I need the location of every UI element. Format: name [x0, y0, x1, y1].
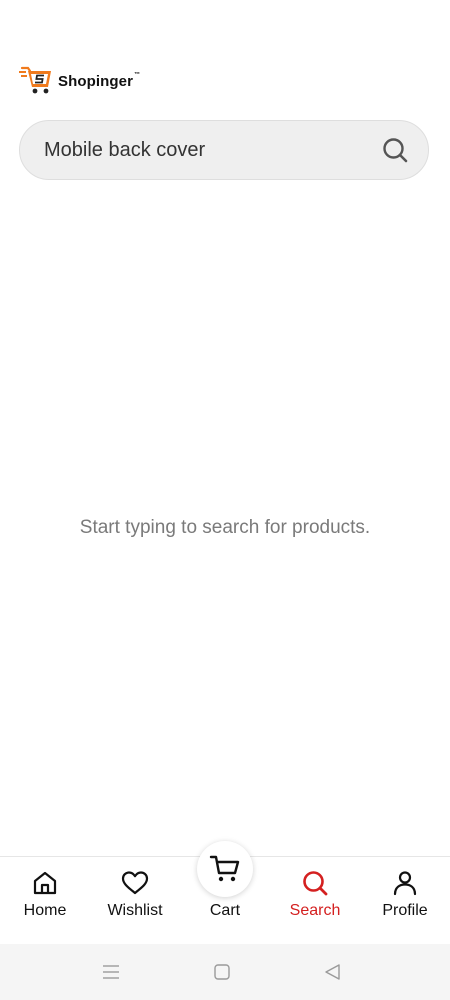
nav-item-home[interactable]: Home: [0, 857, 90, 945]
home-square-icon[interactable]: [212, 962, 232, 982]
search-input[interactable]: [44, 130, 378, 170]
trademark-symbol: ™: [134, 72, 141, 78]
nav-item-cart[interactable]: [197, 841, 253, 897]
search-icon: [303, 871, 328, 896]
empty-state-message: Start typing to search for products.: [79, 517, 371, 538]
bottom-navigation: Home Wishlist Cart Search Profile: [0, 841, 450, 945]
search-bar: [19, 120, 429, 180]
menu-icon[interactable]: [101, 962, 121, 982]
nav-label-search: Search: [289, 902, 341, 919]
screen: Shopinger ™ Start typing to search for p…: [0, 0, 450, 1000]
nav-label-cart: Cart: [209, 902, 241, 919]
back-triangle-icon[interactable]: [323, 962, 343, 982]
home-icon: [33, 871, 57, 895]
system-navigation-bar: [0, 944, 450, 1000]
nav-label-wishlist: Wishlist: [107, 902, 163, 919]
brand-logo[interactable]: Shopinger ™: [18, 66, 140, 96]
cart-icon: [209, 855, 240, 882]
search-icon: [383, 138, 408, 163]
heart-icon: [121, 871, 149, 895]
nav-label-home: Home: [23, 902, 67, 919]
nav-item-wishlist[interactable]: Wishlist: [90, 857, 180, 945]
nav-item-profile[interactable]: Profile: [360, 857, 450, 945]
search-submit-button[interactable]: [378, 133, 412, 167]
nav-label-profile: Profile: [382, 902, 428, 919]
brand-name: Shopinger: [58, 72, 134, 90]
shopping-cart-logo-icon: [19, 66, 51, 94]
nav-item-search[interactable]: Search: [270, 857, 360, 945]
person-icon: [393, 871, 417, 896]
